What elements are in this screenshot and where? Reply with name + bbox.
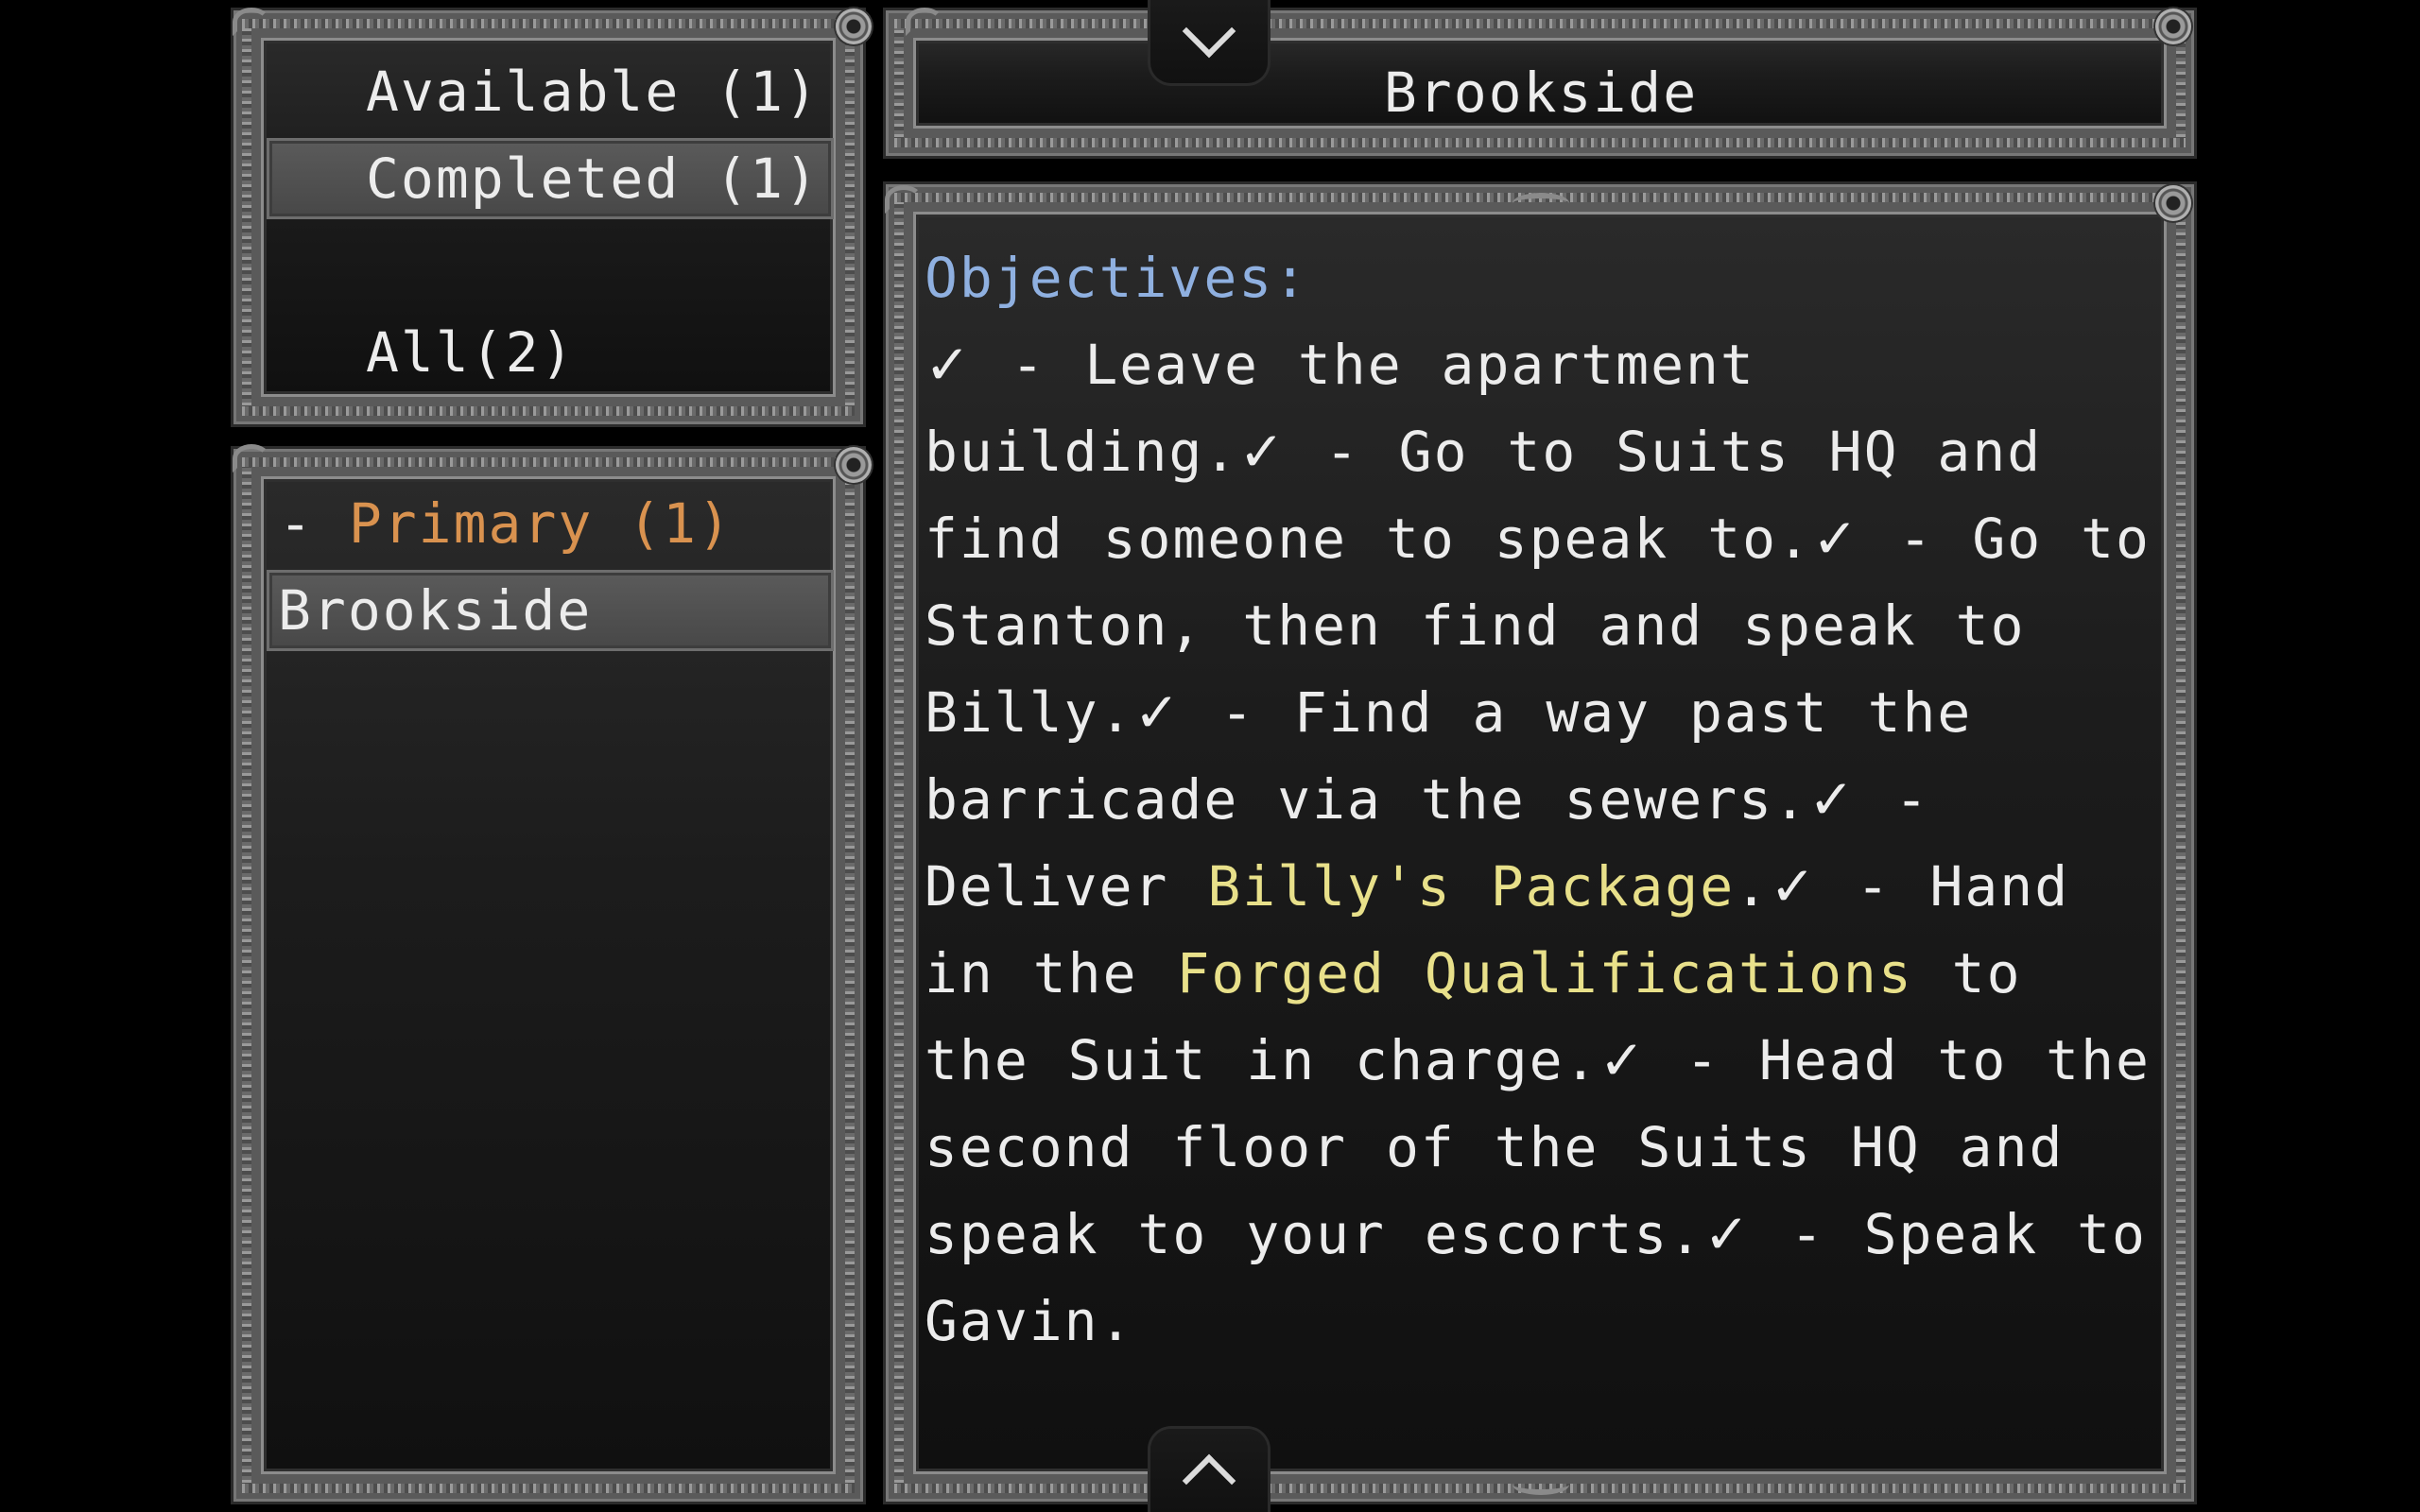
check-icon: ✓ <box>1807 767 1857 832</box>
quest-journal: Available (1) Completed (1) All(2) - Pri… <box>0 0 2420 1512</box>
check-icon: ✓ <box>1599 1028 1648 1092</box>
filter-available[interactable]: Available (1) <box>267 51 834 132</box>
filter-completed[interactable]: Completed (1) <box>267 138 834 219</box>
filter-available-label: Available (1) <box>366 60 820 124</box>
objective-5-post: . <box>1735 854 1771 919</box>
check-icon: ✓ <box>925 333 973 397</box>
check-icon: ✓ <box>1238 420 1287 484</box>
quest-category-primary[interactable]: - Primary (1) <box>279 491 733 556</box>
top-notch-ornament <box>1512 193 1569 214</box>
objectives-heading: Objectives: <box>925 246 1309 310</box>
curl-ornament-icon <box>885 185 923 214</box>
filter-completed-label: Completed (1) <box>366 146 820 211</box>
gear-icon <box>2155 9 2191 44</box>
curl-ornament-icon <box>233 444 270 472</box>
check-icon: ✓ <box>1770 854 1818 919</box>
quest-item-brookside[interactable]: Brookside <box>267 570 834 651</box>
item-billys-package: Billy's Package <box>1207 854 1736 919</box>
check-icon: ✓ <box>1703 1202 1752 1266</box>
curl-ornament-icon <box>906 8 943 36</box>
chevron-down-icon <box>1182 4 1236 59</box>
category-label: Primary (1) <box>348 491 733 556</box>
scroll-up-button[interactable] <box>1150 1429 1268 1512</box>
gear-icon <box>836 9 872 44</box>
gear-icon <box>836 447 872 483</box>
filter-all-label: All(2) <box>366 320 576 385</box>
bottom-notch-ornament <box>1512 1474 1569 1495</box>
objectives-text: Objectives: ✓ - Leave the apartment buil… <box>925 234 2153 1365</box>
check-icon: ✓ <box>1811 507 1860 571</box>
gear-icon <box>2155 185 2191 221</box>
curl-ornament-icon <box>233 8 270 36</box>
quest-item-label: Brookside <box>278 578 593 643</box>
check-icon: ✓ <box>1133 680 1183 745</box>
item-forged-qualifications: Forged Qualifications <box>1176 941 1913 1005</box>
chevron-up-icon <box>1182 1453 1236 1508</box>
quest-title: Brookside <box>1383 60 1699 125</box>
category-prefix: - <box>279 491 349 556</box>
filter-all[interactable]: All(2) <box>267 312 834 393</box>
scroll-down-button[interactable] <box>1150 0 1268 83</box>
